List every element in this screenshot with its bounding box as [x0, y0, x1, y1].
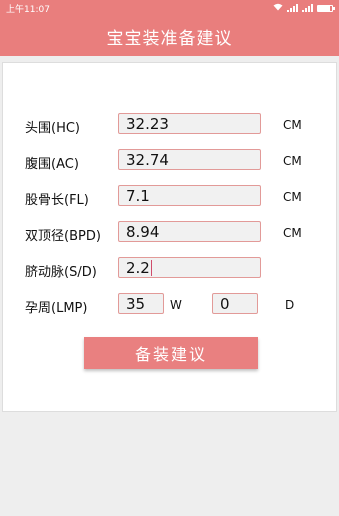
- sd-input[interactable]: 2.2: [118, 257, 261, 278]
- form-row-fl: 股骨长(FL) 7.1 CM: [3, 185, 338, 209]
- ac-label: 腹围(AC): [25, 157, 79, 172]
- hc-unit: CM: [283, 118, 302, 132]
- fl-input[interactable]: 7.1: [118, 185, 261, 206]
- lmp-label: 孕周(LMP): [25, 301, 88, 316]
- hc-label: 头围(HC): [25, 121, 80, 136]
- form-row-lmp: 孕周(LMP) 35 W 0 D: [3, 293, 338, 317]
- form-row-ac: 腹围(AC) 32.74 CM: [3, 149, 338, 173]
- form-card: 头围(HC) 32.23 CM 腹围(AC) 32.74 CM 股骨长(FL) …: [2, 62, 337, 412]
- fl-unit: CM: [283, 190, 302, 204]
- lmp-days-input[interactable]: 0: [212, 293, 258, 314]
- sd-label: 脐动脉(S/D): [25, 265, 97, 280]
- submit-button[interactable]: 备装建议: [84, 337, 258, 369]
- bpd-unit: CM: [283, 226, 302, 240]
- ac-input[interactable]: 32.74: [118, 149, 261, 170]
- signal-2-icon: [302, 4, 313, 12]
- text-cursor: [150, 260, 153, 276]
- bpd-label: 双顶径(BPD): [25, 229, 101, 244]
- fl-label: 股骨长(FL): [25, 193, 89, 208]
- signal-icon: [287, 4, 298, 12]
- form-row-bpd: 双顶径(BPD) 8.94 CM: [3, 221, 338, 245]
- bpd-input[interactable]: 8.94: [118, 221, 261, 242]
- status-time: 上午11:07: [6, 4, 50, 15]
- battery-icon: [317, 4, 335, 12]
- lmp-weeks-input[interactable]: 35: [118, 293, 164, 314]
- ac-unit: CM: [283, 154, 302, 168]
- form-row-sd: 脐动脉(S/D) 2.2: [3, 257, 338, 281]
- page-title: 宝宝装准备建议: [106, 28, 233, 49]
- status-bar: 上午11:07: [0, 0, 339, 16]
- hc-input[interactable]: 32.23: [118, 113, 261, 134]
- status-icons: [273, 3, 335, 14]
- form-row-hc: 头围(HC) 32.23 CM: [3, 113, 338, 137]
- wifi-icon: [273, 3, 283, 14]
- app-header: 宝宝装准备建议: [0, 16, 339, 56]
- lmp-weeks-unit: W: [170, 298, 182, 312]
- lmp-days-unit: D: [285, 298, 295, 312]
